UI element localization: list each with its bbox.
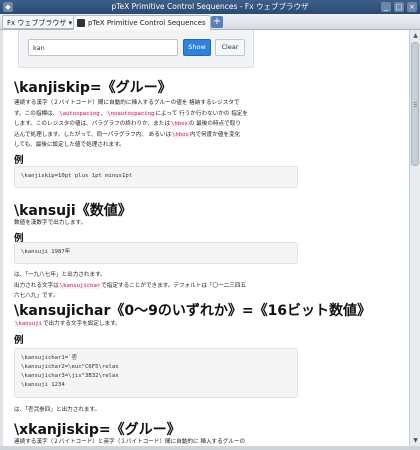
paragraph-kansujichar: \kansujiで出力する文字を設定します。 — [14, 319, 304, 330]
paragraph-text: で出力する文字を設定します。 — [42, 321, 121, 327]
inline-code: \hbox — [169, 121, 189, 127]
scroll-down-arrow-icon[interactable]: ▼ — [411, 436, 420, 445]
code-block-kansujichar: \kansujichar1=`壱 \kansujichar2=\euc"C6F5… — [14, 348, 298, 398]
close-icon[interactable]: × — [407, 2, 417, 12]
heading-kansuji: \kansuji《数値》 — [14, 203, 132, 219]
heading-kanjiskip: \kanjiskip=《グルー》 — [14, 80, 172, 96]
paragraph-kansujichar-output: は、「壱弐参四」と出力されます。 — [14, 407, 101, 413]
inline-code: \kansuji — [14, 321, 43, 327]
minimize-icon[interactable]: _ — [381, 2, 391, 12]
clear-button[interactable]: Clear — [215, 39, 245, 56]
inline-code: \noautospacing — [106, 110, 156, 117]
heading-example-kansujichar: 例 — [14, 335, 24, 346]
window-titlebar: ◆ pTeX Primitive Control Sequences - Fx … — [0, 0, 420, 14]
inline-code: \kansujichar — [58, 282, 102, 289]
heading-xkanjiskip: \xkanjiskip=《グルー》 — [14, 422, 181, 438]
show-button[interactable]: Show — [183, 39, 211, 56]
window-bottom-border — [0, 446, 420, 450]
inline-code: \hbox — [171, 131, 190, 138]
maximize-icon[interactable]: □ — [394, 2, 404, 12]
heading-kansujichar: \kansujichar《0〜9のいずれか》=《16ビット数値》 — [14, 303, 372, 319]
scroll-up-arrow-icon[interactable]: ▲ — [411, 31, 420, 40]
grip-line — [414, 102, 417, 103]
paragraph-xkanjiskip: 連続する漢字（２バイトコード）と英字（１バイトコード）間に自動的に 挿入するグル… — [14, 439, 246, 445]
tab-bar: Fx ウェブブラウザ ▾ pTeX Primitive Control Sequ… — [0, 14, 420, 30]
paragraph-kanjiskip: 連続する漢字（２バイトコード）間に自動的に挿入するグルーの値を 格納するレジスタ… — [14, 98, 304, 151]
vertical-scrollbar[interactable]: ▲ ▼ — [409, 30, 420, 446]
code-block-kanjiskip: \kanjiskip=10pt plus 1pt minus1pt — [14, 166, 298, 188]
page-favicon-icon — [77, 19, 85, 27]
grip-line — [414, 106, 417, 107]
page-content: Show Clear \kanjiskip=《グルー》 連続する漢字（２バイトコ… — [3, 30, 409, 446]
grip-line — [414, 104, 417, 105]
inline-code: \autospacing — [58, 110, 101, 117]
search-panel: Show Clear — [18, 30, 254, 68]
scrollbar-thumb[interactable] — [411, 42, 419, 166]
code-block-kansuji: \kansuji 1987年 — [14, 242, 298, 264]
tab-ptex-primitives[interactable]: pTeX Primitive Control Sequences — [73, 15, 211, 30]
new-tab-button[interactable]: + — [211, 16, 223, 28]
search-input[interactable] — [28, 39, 178, 56]
window-title: pTeX Primitive Control Sequences - Fx ウェ… — [111, 2, 309, 11]
tab-label: pTeX Primitive Control Sequences — [88, 19, 206, 27]
window-menu-icon[interactable]: ◆ — [3, 2, 13, 12]
paragraph-kansuji-desc: 数値を漢数字で出力します。 — [14, 220, 87, 226]
browser-menu-button[interactable]: Fx ウェブブラウザ ▾ — [2, 15, 78, 29]
paragraph-kansuji-output: は、「一九八七年」と出力されます。 出力される文字は\kansujicharで指… — [14, 270, 304, 302]
heading-example-kanjiskip: 例 — [14, 155, 24, 166]
